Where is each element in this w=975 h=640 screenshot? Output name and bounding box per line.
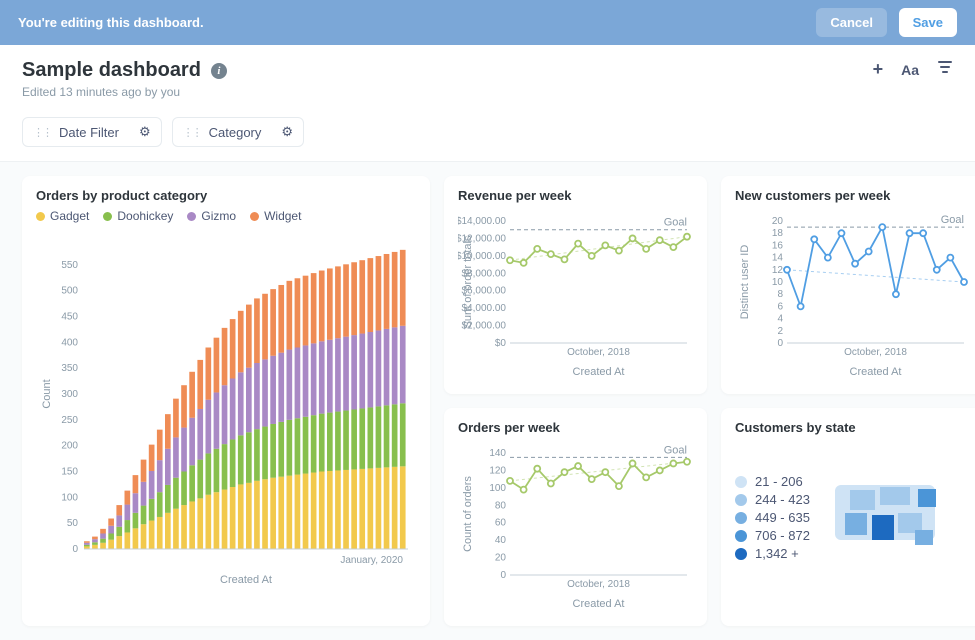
dashboard-grid: Orders by product category Gadget Doohic… [0, 162, 975, 640]
filter-category[interactable]: ⋮⋮ Category ⚙ [172, 117, 304, 147]
svg-text:Count of orders: Count of orders [462, 476, 474, 552]
map-legend: 21 - 206 244 - 423 449 - 635 706 - 872 1… [735, 471, 810, 564]
svg-text:500: 500 [61, 286, 78, 297]
filter-icon[interactable] [937, 59, 953, 80]
svg-text:Count: Count [41, 379, 53, 408]
card-new-customers[interactable]: New customers per week Goal 024 68101214 16… [721, 176, 975, 394]
svg-text:Created At: Created At [850, 366, 902, 378]
svg-text:100: 100 [61, 492, 78, 503]
filter-date-label: Date Filter [59, 125, 119, 140]
card-title: New customers per week [735, 188, 970, 203]
legend-widget[interactable]: Widget [250, 209, 301, 223]
svg-text:Goal: Goal [941, 214, 964, 226]
filter-category-label: Category [209, 125, 262, 140]
gear-icon[interactable]: ⚙ [281, 124, 293, 140]
drag-handle-icon[interactable]: ⋮⋮ [33, 126, 51, 139]
card-title: Orders per week [458, 420, 693, 435]
card-revenue-per-week[interactable]: Revenue per week Goal$0$2,000.00$4,000.0… [444, 176, 707, 394]
svg-text:8: 8 [777, 289, 783, 300]
svg-text:18: 18 [772, 228, 784, 239]
svg-text:12: 12 [772, 265, 784, 276]
svg-text:Created At: Created At [573, 598, 625, 610]
svg-text:300: 300 [61, 389, 78, 400]
svg-text:4: 4 [777, 314, 783, 325]
svg-text:$14,000.00: $14,000.00 [458, 216, 506, 227]
svg-text:120: 120 [489, 465, 506, 476]
map-legend-b2: 244 - 423 [755, 492, 810, 507]
map-legend-b1: 21 - 206 [755, 474, 803, 489]
svg-text:Created At: Created At [573, 366, 625, 378]
svg-text:6: 6 [777, 301, 783, 312]
svg-text:40: 40 [495, 535, 507, 546]
svg-text:350: 350 [61, 363, 78, 374]
svg-text:200: 200 [61, 441, 78, 452]
svg-text:140: 140 [489, 448, 506, 459]
info-icon[interactable]: i [211, 63, 227, 79]
add-card-icon[interactable]: + [873, 59, 884, 80]
map-legend-b4: 706 - 872 [755, 528, 810, 543]
svg-text:Goal: Goal [664, 217, 687, 229]
svg-text:250: 250 [61, 415, 78, 426]
svg-text:October, 2018: October, 2018 [567, 347, 630, 358]
svg-text:150: 150 [61, 467, 78, 478]
legend-doohickey[interactable]: Doohickey [103, 209, 173, 223]
svg-text:October, 2018: October, 2018 [567, 579, 630, 590]
card-orders-per-week[interactable]: Orders per week Goal020406080100120140Co… [444, 408, 707, 626]
cancel-button[interactable]: Cancel [816, 8, 887, 37]
svg-text:October, 2018: October, 2018 [844, 347, 907, 358]
svg-text:450: 450 [61, 312, 78, 323]
filter-date[interactable]: ⋮⋮ Date Filter ⚙ [22, 117, 162, 147]
map-legend-b5: 1,342 + [755, 546, 799, 561]
chart-orders-by-category: 0 50 100 150 200 250 300 350 400 450 500 550 Count Ja… [36, 229, 416, 589]
svg-text:0: 0 [777, 338, 783, 349]
chart-revenue: Goal$0$2,000.00$4,000.00$6,000.00$8,000.… [458, 209, 693, 379]
edit-banner-message: You're editing this dashboard. [18, 15, 204, 30]
svg-text:0: 0 [72, 544, 78, 555]
svg-text:January, 2020: January, 2020 [340, 555, 403, 566]
chart-legend: Gadget Doohickey Gizmo Widget [36, 209, 416, 223]
svg-text:16: 16 [772, 240, 784, 251]
svg-text:20: 20 [772, 216, 784, 227]
legend-gadget[interactable]: Gadget [36, 209, 89, 223]
card-title: Revenue per week [458, 188, 693, 203]
svg-text:550: 550 [61, 260, 78, 271]
dashboard-subtitle: Edited 13 minutes ago by you [22, 85, 227, 99]
svg-text:100: 100 [489, 483, 506, 494]
svg-text:Distinct user ID: Distinct user ID [739, 245, 751, 320]
chart-orderswk: Goal020406080100120140Count of ordersOct… [458, 441, 693, 611]
svg-text:$0: $0 [495, 338, 507, 349]
drag-handle-icon[interactable]: ⋮⋮ [183, 126, 201, 139]
svg-text:60: 60 [495, 518, 507, 529]
card-customers-by-state[interactable]: Customers by state 21 - 206 244 - 423 44… [721, 408, 975, 626]
dashboard-title[interactable]: Sample dashboard [22, 59, 201, 82]
card-title: Customers by state [735, 420, 970, 435]
svg-text:20: 20 [495, 553, 507, 564]
legend-gizmo[interactable]: Gizmo [187, 209, 236, 223]
gear-icon[interactable]: ⚙ [139, 124, 151, 140]
svg-text:80: 80 [495, 500, 507, 511]
filter-bar: ⋮⋮ Date Filter ⚙ ⋮⋮ Category ⚙ [0, 109, 975, 162]
map-legend-b3: 449 - 635 [755, 510, 810, 525]
edit-mode-banner: You're editing this dashboard. Cancel Sa… [0, 0, 975, 45]
card-orders-by-category[interactable]: Orders by product category Gadget Doohic… [22, 176, 430, 626]
svg-text:400: 400 [61, 337, 78, 348]
dashboard-header: Sample dashboard i Edited 13 minutes ago… [0, 45, 975, 109]
card-title: Orders by product category [36, 188, 416, 203]
svg-text:50: 50 [67, 518, 79, 529]
svg-text:10: 10 [772, 277, 784, 288]
svg-text:2: 2 [777, 326, 783, 337]
usa-map [830, 475, 950, 560]
chart-newcust: Goal 024 68101214 161820 Distinct user ID Oct… [735, 209, 970, 379]
save-button[interactable]: Save [899, 8, 957, 37]
svg-text:14: 14 [772, 253, 784, 264]
svg-text:Goal: Goal [664, 444, 687, 456]
text-style-icon[interactable]: Aa [901, 62, 919, 78]
svg-text:Sum of order totals: Sum of order totals [462, 235, 474, 328]
